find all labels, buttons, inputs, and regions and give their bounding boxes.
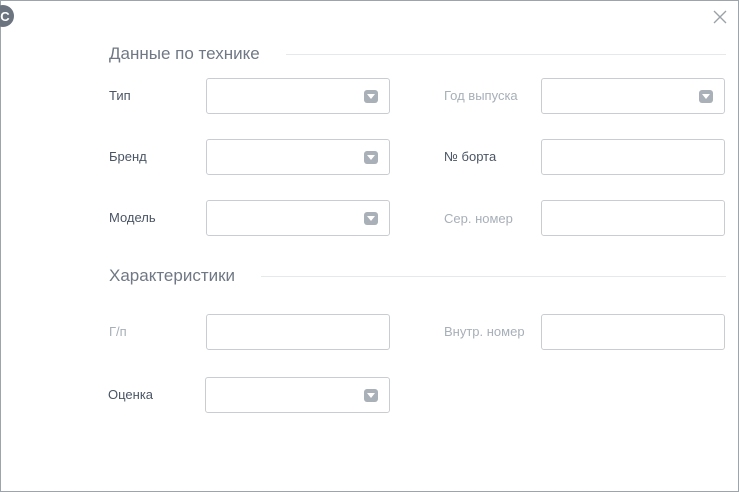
- type-label: Тип: [109, 88, 131, 103]
- section-specs-title: Характеристики: [109, 266, 236, 285]
- year-select[interactable]: [541, 78, 725, 114]
- close-button[interactable]: [712, 9, 728, 25]
- section-divider: [285, 53, 726, 55]
- year-label: Год выпуска: [444, 88, 518, 103]
- rating-select[interactable]: [205, 377, 390, 413]
- section-divider: [261, 275, 726, 277]
- board-number-field[interactable]: [541, 139, 725, 175]
- chevron-down-icon: [364, 90, 378, 103]
- internal-number-label: Внутр. номер: [444, 324, 525, 339]
- internal-number-field[interactable]: [541, 314, 725, 350]
- chevron-down-icon: [364, 389, 378, 402]
- section-specs-header: Характеристики: [109, 264, 726, 288]
- capacity-label: Г/п: [109, 324, 127, 339]
- capacity-field[interactable]: [206, 314, 390, 350]
- app-logo: C: [0, 5, 14, 27]
- section-equipment-header: Данные по технике: [109, 42, 726, 66]
- section-equipment-title: Данные по технике: [109, 44, 260, 63]
- internal-number-input[interactable]: [542, 315, 724, 349]
- board-number-label: № борта: [444, 149, 497, 164]
- model-label: Модель: [109, 210, 156, 225]
- capacity-input[interactable]: [207, 315, 389, 349]
- close-icon: [713, 10, 727, 24]
- type-select[interactable]: [206, 78, 390, 114]
- brand-label: Бренд: [109, 149, 147, 164]
- brand-select[interactable]: [206, 139, 390, 175]
- dialog-window: C Данные по технике Тип Год выпуска Брен…: [0, 0, 739, 492]
- chevron-down-icon: [699, 90, 713, 103]
- serial-number-field[interactable]: [541, 200, 725, 236]
- rating-label: Оценка: [108, 387, 154, 402]
- board-number-input[interactable]: [542, 140, 724, 174]
- chevron-down-icon: [364, 212, 378, 225]
- model-select[interactable]: [206, 200, 390, 236]
- chevron-down-icon: [364, 151, 378, 164]
- serial-number-input[interactable]: [542, 201, 724, 235]
- serial-number-label: Сер. номер: [444, 211, 513, 226]
- app-logo-letter: C: [0, 8, 10, 24]
